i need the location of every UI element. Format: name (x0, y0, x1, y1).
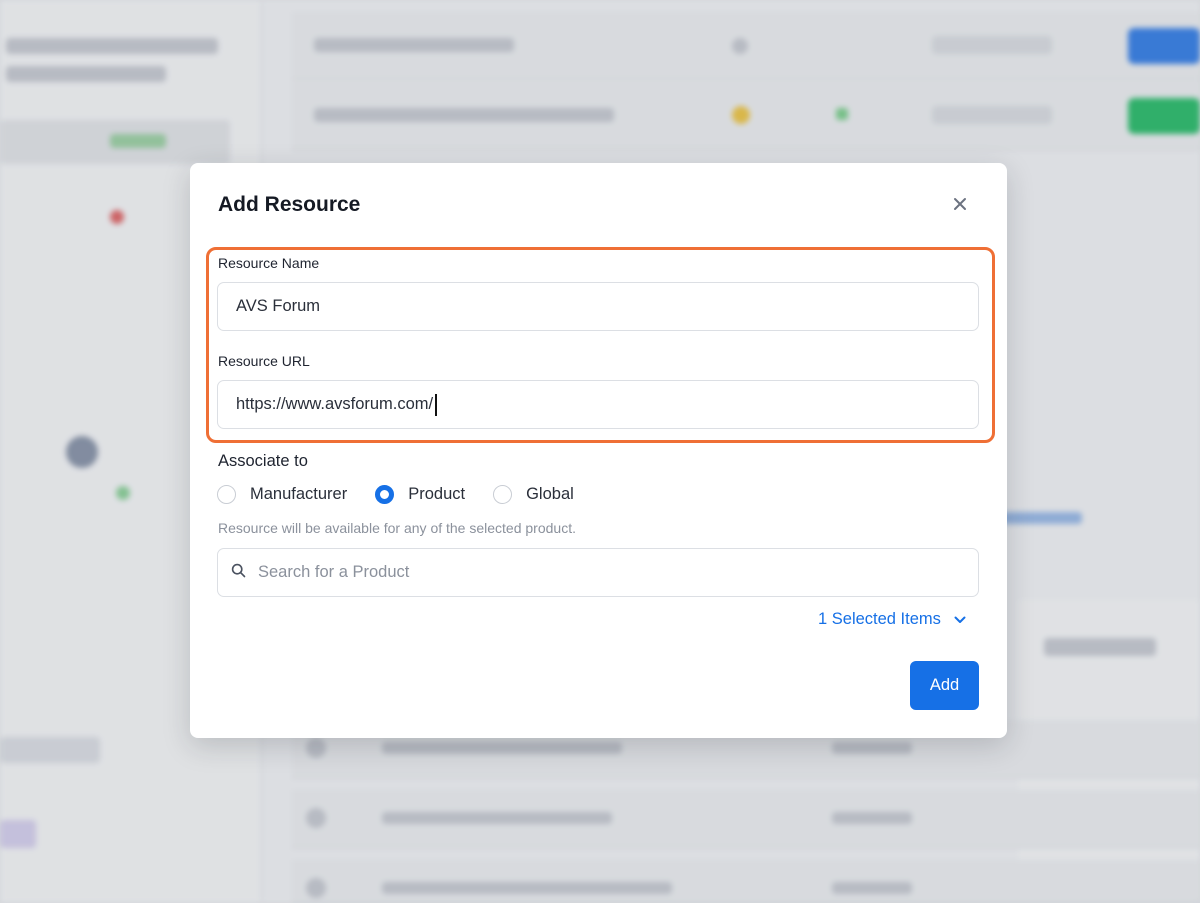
resource-url-value: https://www.avsforum.com/ (236, 395, 434, 413)
resource-name-label: Resource Name (218, 255, 320, 271)
radio-circle[interactable] (493, 485, 513, 504)
modal-title: Add Resource (218, 193, 361, 216)
associate-radio-group: Manufacturer Product Global (217, 485, 574, 504)
radio-product[interactable]: Product (375, 485, 465, 504)
resource-url-label: Resource URL (218, 353, 310, 369)
selected-items-label: 1 Selected Items (818, 610, 941, 628)
add-resource-modal: Add Resource Resource Name AVS Forum Res… (190, 163, 1007, 738)
radio-global[interactable]: Global (493, 485, 574, 504)
close-button[interactable] (948, 193, 972, 217)
radio-label: Global (526, 485, 574, 503)
search-icon (231, 563, 246, 582)
selected-items-toggle[interactable]: 1 Selected Items (818, 610, 966, 629)
resource-name-value: AVS Forum (236, 297, 321, 315)
add-button[interactable]: Add (910, 661, 979, 710)
chevron-down-icon (954, 616, 966, 624)
radio-label: Product (408, 485, 466, 503)
resource-name-input[interactable]: AVS Forum (217, 282, 979, 331)
radio-circle[interactable] (375, 485, 395, 504)
associate-to-label: Associate to (218, 452, 308, 470)
product-search-input[interactable] (258, 563, 958, 582)
text-caret (435, 393, 437, 416)
radio-circle[interactable] (217, 485, 236, 504)
associate-helper-text: Resource will be available for any of th… (218, 520, 576, 536)
radio-label: Manufacturer (250, 485, 348, 503)
product-search-box[interactable] (217, 548, 979, 597)
resource-url-input[interactable]: https://www.avsforum.com/ (217, 380, 979, 429)
radio-manufacturer[interactable]: Manufacturer (217, 485, 347, 504)
close-icon (953, 196, 967, 215)
